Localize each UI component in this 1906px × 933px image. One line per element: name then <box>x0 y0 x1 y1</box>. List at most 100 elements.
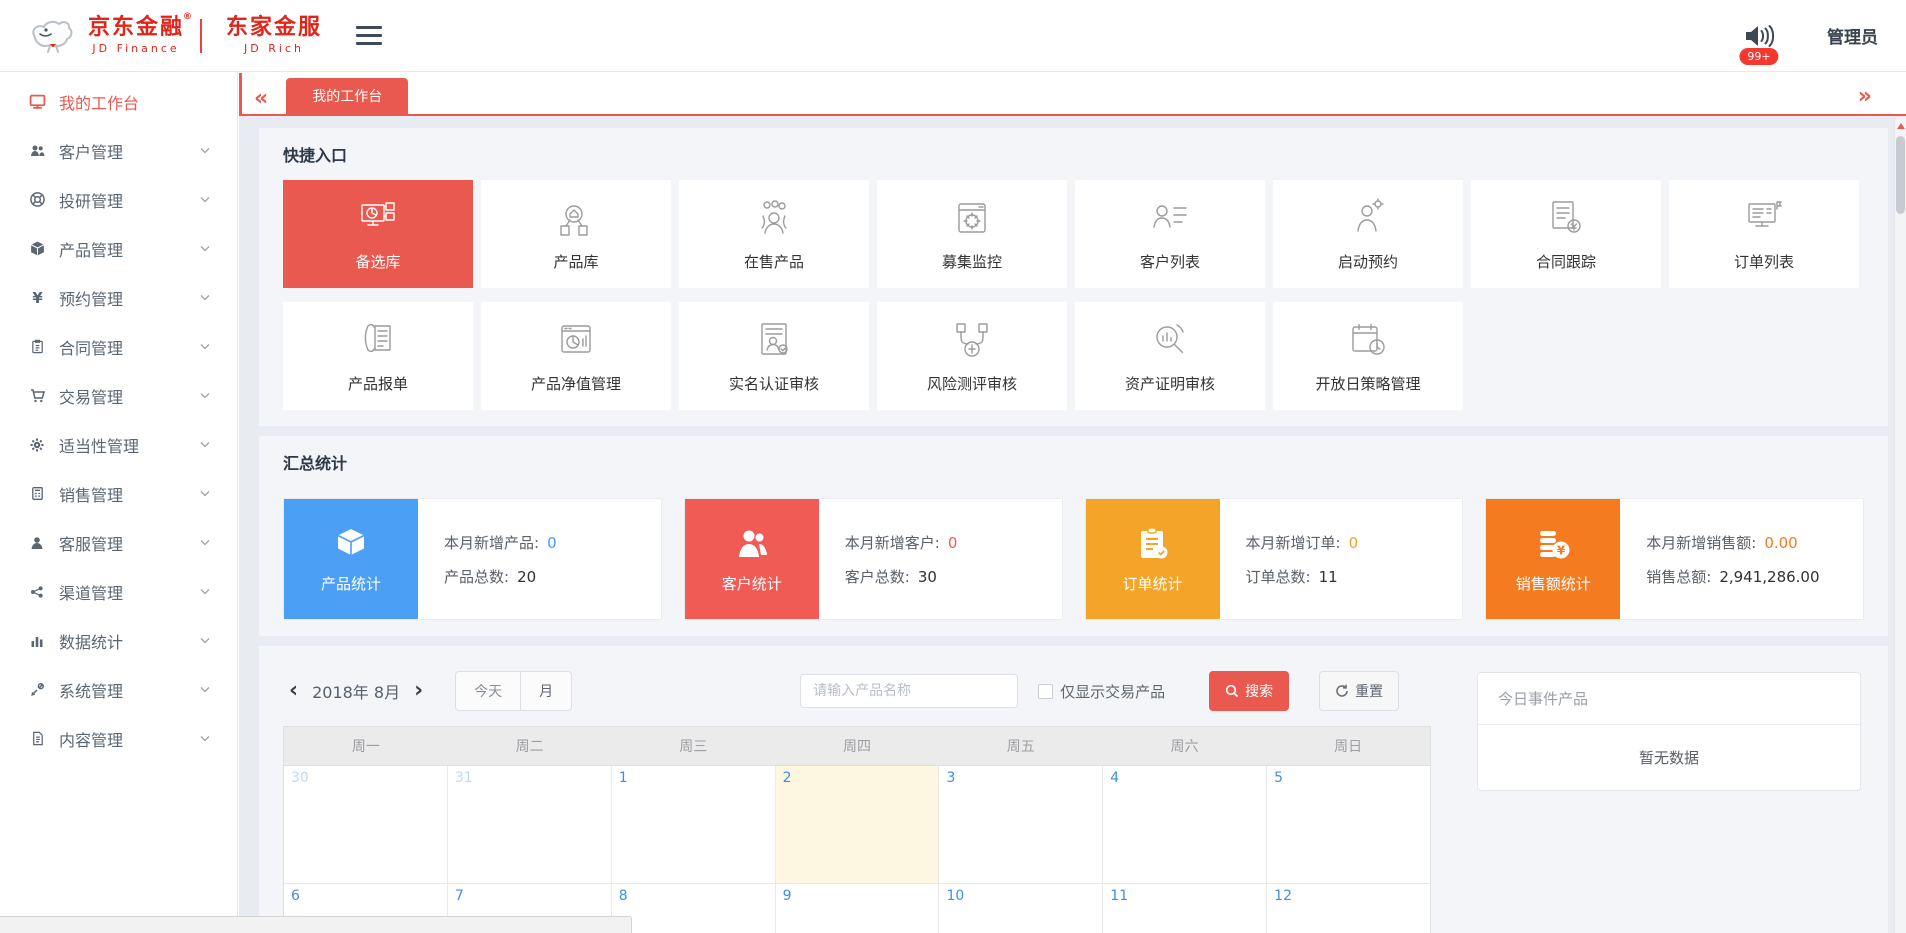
sidebar-item-my-workbench[interactable]: 我的工作台 <box>0 77 237 126</box>
sidebar-item-reservation-mgmt[interactable]: ¥ 预约管理 <box>0 273 237 322</box>
collapse-tabs-right-icon[interactable]: » <box>1858 86 1872 108</box>
clipboard-check-stat-icon <box>1133 524 1173 564</box>
next-month-button[interactable]: › <box>408 680 429 702</box>
search-button[interactable]: 搜索 <box>1209 671 1289 711</box>
stat-line-label: 客户总数: <box>845 566 910 587</box>
chevron-down-icon <box>199 391 211 400</box>
sidebar-item-trade-mgmt[interactable]: 交易管理 <box>0 371 237 420</box>
product-search-input[interactable] <box>800 674 1018 708</box>
lifebuoy-icon <box>28 191 46 208</box>
sidebar-item-system-mgmt[interactable]: 系统管理 <box>0 665 237 714</box>
sidebar-item-product-mgmt[interactable]: 产品管理 <box>0 224 237 273</box>
chevron-down-icon <box>199 636 211 645</box>
tile-candidate-library[interactable]: 备选库 <box>283 180 473 288</box>
calendar-day-cell[interactable]: 8 <box>612 884 776 933</box>
order-list-icon <box>1741 196 1787 242</box>
logo-subtext-primary: JD Finance <box>92 43 179 54</box>
reset-button[interactable]: 重置 <box>1319 671 1399 711</box>
sidebar-item-channel-mgmt[interactable]: 渠道管理 <box>0 567 237 616</box>
tile-contract-tracking[interactable]: 合同跟踪 <box>1471 180 1661 288</box>
fundraising-monitor-icon <box>949 196 995 242</box>
trade-products-filter[interactable]: 仅显示交易产品 <box>1038 681 1165 702</box>
stat-line-label: 本月新增产品: <box>444 532 539 553</box>
vertical-scrollbar[interactable] <box>1894 118 1906 933</box>
gear-icon <box>28 436 46 453</box>
tile-product-library[interactable]: 产品库 <box>481 180 671 288</box>
tile-open-day-strategy[interactable]: 开放日策略管理 <box>1273 302 1463 410</box>
tab-bar: « 我的工作台 » <box>239 73 1906 116</box>
document-icon <box>28 730 46 747</box>
tile-onsale-products[interactable]: 在售产品 <box>679 180 869 288</box>
cart-icon <box>28 387 46 404</box>
month-view-button[interactable]: 月 <box>520 671 572 711</box>
logo-subtext-secondary: JD Rich <box>244 43 304 54</box>
notification-speaker-icon[interactable]: 99+ <box>1743 22 1775 50</box>
stat-line-value: 0.00 <box>1764 534 1797 552</box>
calendar-day-cell[interactable]: 11 <box>1103 884 1267 933</box>
stat-card-row: 产品统计 本月新增产品:0 产品总数:20 客户统计 本月新增客户:0 客户总数… <box>283 498 1864 620</box>
open-day-strategy-icon <box>1345 318 1391 364</box>
calendar-day-cell[interactable]: 12 <box>1267 884 1430 933</box>
app-logo: 京东金融® JD Finance 东家金服 JD Rich <box>26 15 322 57</box>
sidebar-item-research-mgmt[interactable]: 投研管理 <box>0 175 237 224</box>
calendar-day-cell[interactable]: 10 <box>939 884 1103 933</box>
sidebar-item-sales-mgmt[interactable]: 销售管理 <box>0 469 237 518</box>
realname-audit-icon <box>751 318 797 364</box>
today-button[interactable]: 今天 <box>455 671 520 711</box>
stat-card-orders: 订单统计 本月新增订单:0 订单总数:11 <box>1085 498 1464 620</box>
sidebar-item-label: 交易管理 <box>59 384 123 408</box>
sidebar-item-label: 适当性管理 <box>59 433 139 457</box>
quick-entry-row-1: 备选库 产品库 在售产品 募集监控 客户列表 <box>283 180 1864 288</box>
tile-label: 订单列表 <box>1734 251 1794 272</box>
calendar-day-cell-today[interactable]: 2 <box>776 766 940 883</box>
sidebar-item-data-statistics[interactable]: 数据统计 <box>0 616 237 665</box>
tile-start-reservation[interactable]: 启动预约 <box>1273 180 1463 288</box>
hamburger-menu-icon[interactable] <box>356 26 382 45</box>
weekday-label: 周二 <box>448 727 612 765</box>
calendar-day-cell[interactable]: 3 <box>939 766 1103 883</box>
prev-month-button[interactable]: ‹ <box>283 680 304 702</box>
tile-product-nav-mgmt[interactable]: 产品净值管理 <box>481 302 671 410</box>
tile-fundraising-monitor[interactable]: 募集监控 <box>877 180 1067 288</box>
tile-risk-assessment-audit[interactable]: 风险测评审核 <box>877 302 1067 410</box>
sidebar-item-suitability-mgmt[interactable]: 适当性管理 <box>0 420 237 469</box>
collapse-tabs-left-icon[interactable]: « <box>254 88 268 110</box>
user-icon <box>28 534 46 551</box>
today-events-card: 今日事件产品 暂无数据 <box>1477 672 1861 791</box>
calendar-day-cell[interactable]: 5 <box>1267 766 1430 883</box>
tab-my-workbench[interactable]: 我的工作台 <box>286 78 408 114</box>
calendar-toolbar: ‹ 2018年 8月 › 今天 月 仅显示交易产品 搜索 <box>283 672 1431 710</box>
calendar-day-cell[interactable]: 1 <box>612 766 776 883</box>
tile-label: 资产证明审核 <box>1125 373 1215 394</box>
tile-product-declaration[interactable]: 产品报单 <box>283 302 473 410</box>
weekday-label: 周日 <box>1266 727 1430 765</box>
tile-customer-list[interactable]: 客户列表 <box>1075 180 1265 288</box>
sidebar-item-customer-service-mgmt[interactable]: 客服管理 <box>0 518 237 567</box>
calendar-day-cell[interactable]: 9 <box>776 884 940 933</box>
checkbox-icon[interactable] <box>1038 684 1053 699</box>
sidebar-item-customer-mgmt[interactable]: 客户管理 <box>0 126 237 175</box>
scrollbar-thumb[interactable] <box>1896 136 1905 214</box>
quick-entry-row-2: 产品报单 产品净值管理 实名认证审核 风险测评审核 资产证明审核 <box>283 302 1864 410</box>
tile-asset-proof-audit[interactable]: 资产证明审核 <box>1075 302 1265 410</box>
tile-order-list[interactable]: 订单列表 <box>1669 180 1859 288</box>
sidebar-item-label: 我的工作台 <box>59 90 139 114</box>
calendar-day-cell[interactable]: 4 <box>1103 766 1267 883</box>
people-stat-icon <box>732 524 772 564</box>
sidebar-item-contract-mgmt[interactable]: 合同管理 <box>0 322 237 371</box>
contract-tracking-icon <box>1543 196 1589 242</box>
chevron-down-icon <box>199 293 211 302</box>
view-button-group: 今天 月 <box>455 671 572 711</box>
stat-line-value: 30 <box>918 568 937 586</box>
scrollbar-up-arrow-icon[interactable] <box>1897 123 1905 129</box>
sidebar-item-label: 投研管理 <box>59 188 123 212</box>
calendar-day-cell[interactable]: 31 <box>448 766 612 883</box>
stat-block-orders: 订单统计 <box>1086 499 1220 619</box>
calendar-day-cell[interactable]: 30 <box>284 766 448 883</box>
current-user[interactable]: 管理员 <box>1827 23 1878 48</box>
stat-line-label: 本月新增客户: <box>845 532 940 553</box>
stat-line-label: 产品总数: <box>444 566 509 587</box>
coins-yen-stat-icon: ¥ <box>1533 524 1573 564</box>
tile-realname-audit[interactable]: 实名认证审核 <box>679 302 869 410</box>
sidebar-item-content-mgmt[interactable]: 内容管理 <box>0 714 237 763</box>
